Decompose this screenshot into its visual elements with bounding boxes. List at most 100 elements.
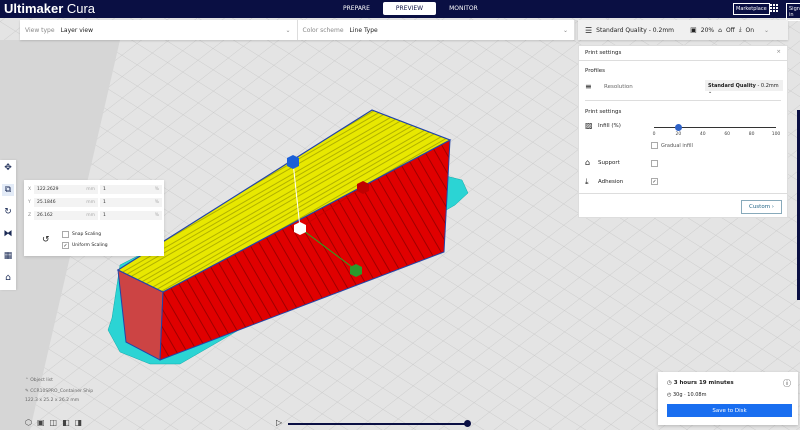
mm-value: 122.2629 xyxy=(37,187,59,192)
rotate-icon[interactable]: ↻ xyxy=(2,206,14,218)
resolution-select[interactable]: Standard Quality - 0.2mm ⌄ xyxy=(705,80,783,95)
sliders-icon: ☰ xyxy=(585,25,593,35)
object-list-toggle[interactable]: ⌃ Object list xyxy=(25,378,93,383)
save-label: Save to Disk xyxy=(712,407,747,414)
sign-in-button[interactable]: Sign in xyxy=(786,3,800,21)
color-scheme-label: Color scheme xyxy=(302,26,344,34)
reset-scale-icon[interactable]: ↺ xyxy=(42,235,50,245)
infill-tick-label: 20 xyxy=(675,132,682,137)
adhesion-icon: ⤓ xyxy=(738,26,742,33)
top-view-icon[interactable]: ◫ xyxy=(50,418,58,427)
pct-unit: % xyxy=(154,187,159,192)
object-list-heading: Object list xyxy=(30,378,53,383)
object-name-text: CCR10SPRO_Container Ship xyxy=(30,389,94,394)
right-view-icon[interactable]: ◨ xyxy=(75,418,83,427)
view-bar: View type Layer view ⌄ Color scheme Line Ty… xyxy=(20,20,575,40)
per-model-settings-icon[interactable]: ▦ xyxy=(2,250,14,262)
custom-label: Custom xyxy=(748,204,771,210)
support-icon: ⌂ xyxy=(585,158,591,167)
logo-light: Cura xyxy=(63,1,96,16)
top-header: Ultimaker Cura PREPARE PREVIEW MONITOR M… xyxy=(0,0,800,21)
scale-mm-input[interactable]: 25.1846 mm xyxy=(34,198,98,207)
close-icon[interactable]: × xyxy=(776,49,781,55)
path-slider-handle[interactable] xyxy=(464,420,471,427)
scale-percent-input[interactable]: 1% xyxy=(100,198,162,207)
gradual-infill-checkbox[interactable] xyxy=(651,142,658,149)
chevron-down-icon: ⌄ xyxy=(562,26,568,34)
view-type-value: Layer view xyxy=(60,26,94,34)
axis-label: X xyxy=(28,187,32,192)
axis-label: Z xyxy=(28,213,32,218)
color-scheme-value: Line Type xyxy=(349,26,378,34)
support-label: Support xyxy=(598,160,620,166)
mirror-icon[interactable]: ⧓ xyxy=(2,228,14,240)
material-estimate: ◴ 30g · 10.08m xyxy=(667,392,707,398)
pct-value: 1 xyxy=(103,213,106,218)
mm-unit: mm xyxy=(86,187,95,192)
scale-icon[interactable]: ⧉ xyxy=(2,184,14,196)
support-checkbox[interactable] xyxy=(651,160,658,167)
infill-icon: ▨ xyxy=(585,121,593,130)
profiles-heading: Profiles xyxy=(585,68,605,74)
resolution-value-bold: Standard Quality xyxy=(708,83,756,89)
adhesion-checkbox[interactable]: ✓ xyxy=(651,178,658,185)
scale-percent-input[interactable]: 1% xyxy=(100,185,162,194)
divider xyxy=(579,193,787,194)
save-to-disk-button[interactable]: Save to Disk xyxy=(667,404,792,417)
scale-row-z: Z 26.162 mm 1% xyxy=(28,211,162,220)
infill-icon: ▣ xyxy=(690,26,697,34)
support-value: Off xyxy=(725,26,735,34)
apps-grid-icon[interactable] xyxy=(770,4,778,12)
layer-timeline: ▷ xyxy=(276,418,476,430)
adhesion-value: On xyxy=(745,26,754,34)
scale-row-x: X 122.2629 mm 1% xyxy=(28,185,162,194)
print-settings-panel: Print settings × Profiles ≡ Resolution St… xyxy=(578,45,788,218)
resolution-value: - 0.2mm xyxy=(755,83,779,89)
3d-view-icon[interactable]: ⬡ xyxy=(25,418,32,427)
uniform-scaling-label: Uniform Scaling xyxy=(72,243,108,248)
path-slider[interactable] xyxy=(288,423,468,425)
tab-prepare[interactable]: PREPARE xyxy=(330,2,383,15)
settings-heading: Print settings xyxy=(585,109,622,115)
print-setup-selector[interactable]: ☰ Standard Quality - 0.2mm ▣ 20% ⌂ Off ⤓ On… xyxy=(578,20,788,40)
resolution-icon: ≡ xyxy=(585,82,592,91)
scale-mm-input[interactable]: 26.162 mm xyxy=(34,211,98,220)
app-logo: Ultimaker Cura xyxy=(4,0,95,18)
infill-tick-label: 80 xyxy=(748,132,755,137)
quality-profile: Standard Quality - 0.2mm xyxy=(596,26,675,34)
infill-slider-handle[interactable] xyxy=(674,124,682,131)
pct-value: 1 xyxy=(103,187,106,192)
infill-slider[interactable] xyxy=(654,127,776,128)
print-time: ◷ 3 hours 19 minutes xyxy=(667,380,734,386)
pct-value: 1 xyxy=(103,200,106,205)
chevron-down-icon: ⌄ xyxy=(764,26,770,34)
infill-tick-label: 100 xyxy=(771,132,781,137)
scale-percent-input[interactable]: 1% xyxy=(100,211,162,220)
uniform-scaling-checkbox[interactable]: ✓ xyxy=(62,242,69,249)
snap-scaling-checkbox[interactable] xyxy=(62,231,69,238)
support-blocker-icon[interactable]: ⌂ xyxy=(2,272,14,284)
mm-value: 26.162 xyxy=(37,213,53,218)
print-estimate-panel: ◷ 3 hours 19 minutes ⓘ ◴ 30g · 10.08m Sa… xyxy=(658,372,798,425)
custom-button[interactable]: Custom › xyxy=(741,200,782,214)
logo-bold: Ultimaker xyxy=(4,1,64,16)
scale-mm-input[interactable]: 122.2629 mm xyxy=(34,185,98,194)
stage-tabs: PREPARE PREVIEW MONITOR xyxy=(330,2,491,15)
tab-preview[interactable]: PREVIEW xyxy=(382,2,437,15)
object-dimensions: 122.3 x 25.2 x 26.2 mm xyxy=(25,398,80,403)
infill-tick-label: 0 xyxy=(652,132,656,137)
view-type-select[interactable]: View type Layer view ⌄ xyxy=(20,20,298,40)
marketplace-button[interactable]: Marketplace xyxy=(733,3,770,15)
tab-monitor[interactable]: MONITOR xyxy=(436,2,491,15)
move-icon[interactable]: ✥ xyxy=(2,162,14,174)
play-icon[interactable]: ▷ xyxy=(276,418,282,427)
color-scheme-select[interactable]: Color scheme Line Type ⌄ xyxy=(298,20,575,40)
adhesion-icon: ⤓ xyxy=(585,177,589,186)
z-handle[interactable] xyxy=(287,155,299,169)
front-view-icon[interactable]: ▣ xyxy=(37,418,45,427)
object-name[interactable]: ✎ CCR10SPRO_Container Ship xyxy=(25,389,93,394)
object-info: ⌃ Object list ✎ CCR10SPRO_Container Ship… xyxy=(25,378,93,403)
scale-tool-panel: X 122.2629 mm 1% Y 25.1846 mm 1% Z 26.162 mm … xyxy=(24,180,164,256)
left-view-icon[interactable]: ◧ xyxy=(62,418,70,427)
info-icon[interactable]: ⓘ xyxy=(783,378,791,389)
